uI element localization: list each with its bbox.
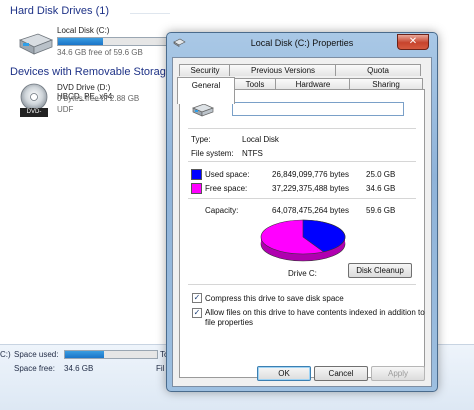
separator-3 <box>188 198 416 199</box>
local-disk-tile[interactable]: Local Disk (C:) 34.6 GB free of 59.6 GB <box>14 22 167 60</box>
capacity-gb: 59.6 GB <box>366 206 396 215</box>
tab-general[interactable]: General <box>177 77 235 104</box>
hard-drive-icon <box>18 33 54 55</box>
tab-previous-versions[interactable]: Previous Versions <box>229 64 337 76</box>
capacity-label: Capacity: <box>205 206 239 215</box>
capacity-bytes: 64,078,475,264 bytes <box>272 206 349 215</box>
compress-label: Compress this drive to save disk space <box>205 294 344 303</box>
dvd-drive-free-text: 0 bytes free of 2.88 GB <box>57 94 140 103</box>
type-label: Type: <box>191 135 211 144</box>
properties-window[interactable]: Local Disk (C:) Properties ✕ Security Pr… <box>166 32 438 392</box>
status-space-free-value: 34.6 GB <box>64 364 94 373</box>
index-label-line-1: Allow files on this drive to have conten… <box>205 308 425 317</box>
cancel-button[interactable]: Cancel <box>314 366 368 381</box>
filesystem-value: NTFS <box>242 149 263 158</box>
status-drive-label: C:) <box>0 350 11 359</box>
dvd-drive-filesystem: UDF <box>57 105 74 114</box>
local-disk-usage-fill <box>58 38 104 45</box>
hard-disk-drives-header[interactable]: Hard Disk Drives (1) <box>10 5 109 17</box>
used-space-swatch <box>191 169 202 180</box>
free-space-swatch <box>191 183 202 194</box>
status-space-used-label: Space used: <box>14 350 59 359</box>
index-label-line-2: file properties <box>205 318 254 327</box>
local-disk-usage-bar <box>57 37 167 46</box>
free-space-bytes: 37,229,375,488 bytes <box>272 184 349 193</box>
index-checkbox[interactable]: ✓ <box>192 308 202 318</box>
local-disk-icon <box>192 103 214 117</box>
volume-label-input[interactable] <box>232 102 404 116</box>
separator-2 <box>188 161 416 162</box>
free-space-label: Free space: <box>205 184 248 193</box>
tab-security[interactable]: Security <box>179 64 231 76</box>
status-filesystem-label: Fil <box>156 364 165 373</box>
header-divider <box>130 13 170 14</box>
status-space-free-label: Space free: <box>14 364 55 373</box>
apply-button[interactable]: Apply <box>371 366 425 381</box>
dvd-rom-badge: DVD-ROM <box>20 108 48 124</box>
free-space-gb: 34.6 GB <box>366 184 396 193</box>
disk-cleanup-button[interactable]: Disk Cleanup <box>348 263 412 278</box>
dvd-drive-tile[interactable]: DVD-ROM DVD Drive (D:) HBCD_PE_x64 0 byt… <box>14 80 166 124</box>
filesystem-label: File system: <box>191 149 234 158</box>
tab-quota[interactable]: Quota <box>335 64 421 76</box>
used-space-gb: 25.0 GB <box>366 170 396 179</box>
ok-button[interactable]: OK <box>257 366 311 381</box>
removable-storage-header[interactable]: Devices with Removable Storage <box>10 66 172 78</box>
drive-letter-label: Drive C: <box>288 269 317 278</box>
type-value: Local Disk <box>242 135 279 144</box>
dialog-client: Security Previous Versions Quota General… <box>172 57 432 387</box>
local-disk-free-text: 34.6 GB free of 59.6 GB <box>57 48 143 57</box>
separator-1 <box>188 128 416 129</box>
status-usage-bar <box>64 350 158 359</box>
separator-4 <box>188 284 416 285</box>
compress-checkbox[interactable]: ✓ <box>192 293 202 303</box>
close-icon: ✕ <box>408 36 418 47</box>
used-space-label: Used space: <box>205 170 250 179</box>
general-tab-page: Type: Local Disk File system: NTFS Used … <box>179 89 425 378</box>
used-space-bytes: 26,849,099,776 bytes <box>272 170 349 179</box>
local-disk-name: Local Disk (C:) <box>57 26 110 35</box>
close-button[interactable]: ✕ <box>397 34 429 50</box>
disk-usage-pie <box>260 219 346 262</box>
status-usage-fill <box>65 351 104 358</box>
